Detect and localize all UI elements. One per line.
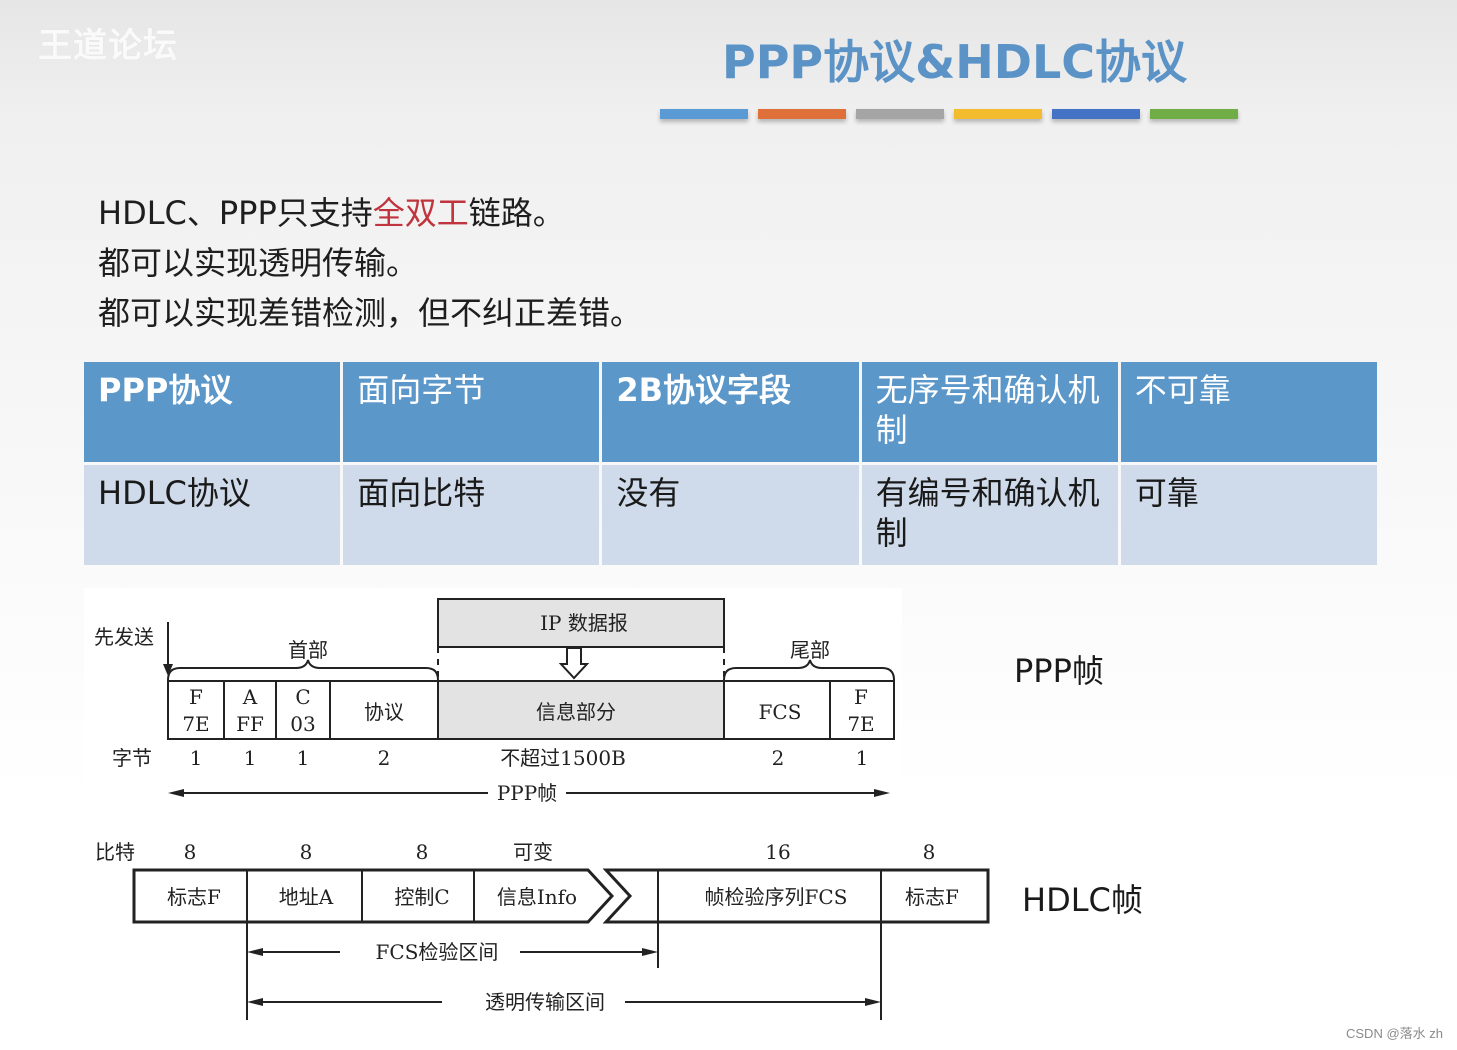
byte-count: 2	[378, 746, 391, 770]
ppp-field-end-flag: F	[854, 685, 868, 709]
ppp-field-flag: F	[189, 685, 203, 709]
byte-count: 2	[772, 746, 785, 770]
bytes-row-label: 字节	[112, 746, 152, 770]
hdlc-field-flag: 标志F	[167, 885, 221, 909]
ppp-frame-diagram: 先发送 首部 尾部 IP 数据报 F 7E A FF C 03 协议 信息部分 …	[84, 588, 990, 1020]
fcs-range-label: FCS检验区间	[376, 940, 499, 964]
hdlc-field-end-flag: 标志F	[905, 885, 959, 909]
bit-count: 16	[765, 840, 790, 864]
transparent-range-label: 透明传输区间	[485, 990, 605, 1014]
arrow-right-icon	[865, 998, 881, 1006]
bit-count: 可变	[513, 840, 553, 864]
ppp-field-fcs: FCS	[759, 700, 802, 724]
ppp-field-address: A	[242, 685, 258, 709]
bit-count: 8	[184, 840, 197, 864]
byte-count: 1	[244, 746, 257, 770]
arrow-left-icon	[247, 948, 263, 956]
header-brace-label: 首部	[288, 638, 328, 662]
ppp-field-info: 信息部分	[536, 700, 616, 724]
ip-datagram-label: IP 数据报	[540, 611, 628, 635]
hdlc-field-fcs: 帧检验序列FCS	[705, 885, 848, 909]
hdlc-field-address: 地址A	[279, 885, 334, 909]
hdlc-frame-side-label: HDLC帧	[1022, 881, 1143, 919]
ppp-field-protocol: 协议	[364, 700, 404, 724]
ppp-frame-side-label: PPP帧	[1014, 652, 1104, 690]
bit-count: 8	[416, 840, 429, 864]
byte-count: 不超过1500B	[500, 746, 626, 770]
ppp-field-end-flag-value: 7E	[847, 712, 874, 736]
ppp-field-control: C	[295, 685, 310, 709]
ppp-field-address-value: FF	[236, 712, 264, 736]
byte-count: 1	[190, 746, 203, 770]
ppp-field-control-value: 03	[290, 712, 315, 736]
byte-count: 1	[856, 746, 869, 770]
arrow-left-icon	[247, 998, 263, 1006]
arrow-right-icon	[642, 948, 658, 956]
credit-watermark: CSDN @落水 zh	[1346, 1026, 1443, 1041]
hdlc-field-control: 控制C	[394, 885, 449, 909]
send-first-label: 先发送	[94, 625, 154, 649]
ppp-field-flag-value: 7E	[182, 712, 209, 736]
ppp-span-label: PPP帧	[497, 781, 557, 805]
hdlc-field-info: 信息Info	[497, 885, 577, 909]
bit-count: 8	[923, 840, 936, 864]
byte-count: 1	[297, 746, 310, 770]
bits-row-label: 比特	[95, 840, 135, 864]
bit-count: 8	[300, 840, 313, 864]
trailer-brace-label: 尾部	[790, 638, 830, 662]
